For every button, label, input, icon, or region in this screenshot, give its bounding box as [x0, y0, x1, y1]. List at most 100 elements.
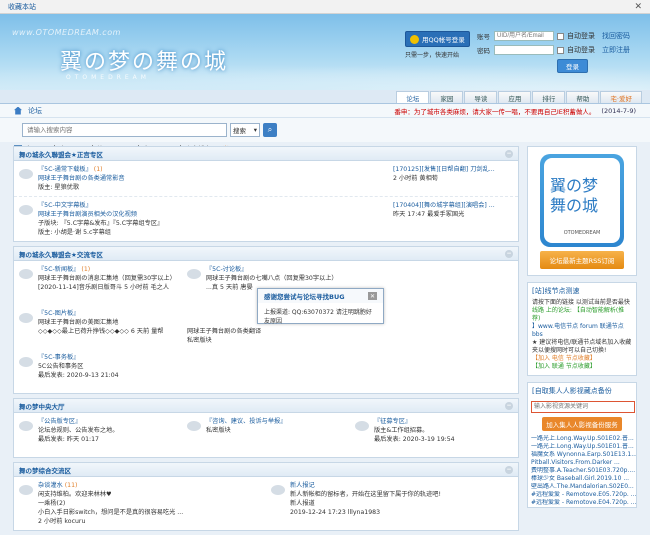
forum-subforum[interactable]: 新人报道: [290, 499, 441, 508]
section-header[interactable]: 舞の梦综合交流区 −: [14, 463, 518, 477]
last-post[interactable]: [2020-11-14]音乐剧日版哥斗 5 小时前 毛之人: [38, 283, 176, 292]
forum-cell[interactable]: 『公告版专区』 论坛总规则、公告发布之地。 最后发表: 昨天 01:17: [14, 413, 182, 457]
account-input[interactable]: [494, 31, 554, 41]
close-icon[interactable]: ✕: [634, 2, 642, 12]
forum-title[interactable]: 『5C-事务板』: [38, 354, 79, 361]
speed-test-text: 请按下面的链接 以测试当前是否最快 线路 上的论坛: 【自动智能解析(推荐) 】…: [528, 299, 636, 375]
video-item[interactable]: #远程爱爱 - Remotove.E05.720p. ...: [528, 491, 636, 499]
tab-guide[interactable]: 导读: [464, 91, 498, 103]
forum-row[interactable]: 『5C-中文字幕板』 网球王子舞台剧演员相关の汉化视频 子版块: 『5.C字幕&…: [14, 197, 518, 241]
forum-subforum[interactable]: 一乘杨(2): [38, 499, 183, 508]
register-link[interactable]: 立即注册: [602, 45, 630, 55]
collapse-icon[interactable]: −: [505, 249, 513, 258]
last-post-link[interactable]: [170125][发售][日帮自翻] 刀剑乱...: [393, 166, 495, 173]
tab-hobby[interactable]: 宅·爱好: [600, 91, 642, 103]
logo-caption: OTOMEDREAM: [563, 230, 601, 236]
section-title: 舞の梦综合交流区: [19, 466, 71, 475]
auto-login-checkbox[interactable]: [557, 32, 564, 40]
section-central-hall: 舞の梦中央大厅 − 『公告版专区』 论坛总规则、公告发布之地。 最后发表: 昨天 …: [13, 398, 519, 458]
video-item[interactable]: 壁出路人.The.Mandalorian.S02E0...: [528, 483, 636, 491]
forum-title[interactable]: 『5C-中文字幕板』: [38, 202, 92, 209]
forum-title[interactable]: 『公告版专区』: [38, 418, 81, 425]
find-password-link[interactable]: 找回密码: [602, 31, 630, 41]
forum-grid: 杂谈灌水 (11) 闲支持维柏。欢迎来林林♥ 一乘杨(2) 小白入手日影swit…: [14, 477, 518, 530]
side-logo[interactable]: 翼の梦 舞の城 OTOMEDREAM: [540, 154, 624, 247]
forum-title[interactable]: 『咨询、建议、投诉与举报』: [206, 418, 286, 425]
forum-cell[interactable]: 『咨询、建议、投诉与举报』 私密版块: [182, 413, 350, 457]
forum-new-count: (1): [81, 266, 91, 273]
video-search-input[interactable]: [531, 401, 635, 413]
site-logo[interactable]: 翼の梦の舞の城: [60, 44, 228, 76]
video-item[interactable]: 福魔女系 Wynonna.Earp.S01E13.1...: [528, 451, 636, 459]
video-item[interactable]: #远程爱爱 - Remotove.E04.720p. ...: [528, 499, 636, 507]
section-title: 舞の城永久聯盟会★交流专区: [19, 250, 103, 259]
forum-cell[interactable]: 『征募专区』 版主&工作组招募。 最后发表: 2020-3-19 19:54: [350, 413, 518, 457]
site-header: www.OTOMEDREAM.com 翼の梦の舞の城 OTOMEDREAM 用Q…: [0, 14, 650, 90]
last-post-link[interactable]: [170404][舞の城字幕组][演唱会] ...: [393, 202, 495, 209]
home-icon[interactable]: [14, 106, 22, 115]
forum-cell[interactable]: 『5C-图片板』 网球王子舞台剧の美图汇集地 ◇◇◆◇◇最上已荷升挣钱◇◇◆◇◇…: [14, 305, 182, 349]
forum-title[interactable]: 『5C-图片板』: [38, 310, 79, 317]
forum-bubble-icon: [19, 269, 33, 279]
last-post-meta: 昨天 17:47 最爱手冢国光: [393, 211, 465, 218]
forum-cell[interactable]: 杂谈灌水 (11) 闲支持维柏。欢迎来林林♥ 一乘杨(2) 小白入手日影swit…: [14, 477, 266, 530]
breadcrumb-forum[interactable]: 论坛: [28, 106, 42, 116]
add-favorite-link[interactable]: 收藏本站: [8, 2, 36, 12]
forum-title[interactable]: 杂谈灌水: [38, 482, 63, 489]
tab-ranking[interactable]: 排行: [532, 91, 566, 103]
last-post[interactable]: ◇◇◆◇◇最上已荷升挣钱◇◇◆◇◇ 6 天前 量帮: [38, 327, 163, 336]
last-post: 2019-12-24 17:23 lllyna1983: [290, 509, 381, 516]
tab-apps[interactable]: 应用: [498, 91, 532, 103]
forum-desc: 网球王子舞台剧演员相关の汉化视频: [38, 211, 137, 218]
forum-title[interactable]: 新人报记: [290, 482, 315, 489]
speed-tip-5: ★ 建议将电信/联通节点域名加入收藏夹以便搜网时可以自己切换!: [532, 339, 632, 354]
forum-cell[interactable]: 新人报记 新人新帐柜的留标者，开始在这里留下属于你的轨迹吧! 新人报道 2019…: [266, 477, 518, 530]
search-input[interactable]: [22, 123, 227, 137]
login-button[interactable]: 登录: [557, 59, 588, 73]
video-item[interactable]: Pitball.Visitors.From.Darker ...: [528, 459, 636, 467]
section-header[interactable]: 舞の梦中央大厅 −: [14, 399, 518, 413]
notice-text[interactable]: 番申：为了城市各类麻烦，请大家一传一唱，不要再自己IE积蓄做人。: [394, 106, 595, 116]
tab-home[interactable]: 家园: [430, 91, 464, 103]
logo-url: www.OTOMEDREAM.com: [12, 28, 121, 37]
forum-cell[interactable]: 『5C-事务板』 5C公告和事务区 最后发表: 2020-9-13 21:04: [14, 349, 182, 393]
qq-login-button[interactable]: 用QQ帐号登录: [405, 31, 470, 47]
add-unicom-link[interactable]: 【加入 联通 节点收藏】: [532, 363, 632, 371]
forum-cell[interactable]: 『5C-新闻板』 (1) 网球王子舞台剧の消息汇集地（回复需30字以上） [20…: [14, 261, 182, 305]
search-type-label: 搜索: [233, 127, 246, 135]
section-header[interactable]: 舞の城永久聯盟会★交流专区 −: [14, 247, 518, 261]
section-header[interactable]: 舞の城永久聯盟会★正宫专区 −: [14, 147, 518, 161]
video-item[interactable]: 一路光上.Long.Way.Up.S01E01.普...: [528, 443, 636, 451]
collapse-icon[interactable]: −: [505, 401, 513, 410]
video-item[interactable]: 棒球少女 Baseball.Girl.2019.10 ...: [528, 475, 636, 483]
video-item[interactable]: 费明整事.A.Teacher.S01E03.720p....: [528, 467, 636, 475]
speed-tip-4[interactable]: bbs: [532, 331, 632, 339]
forum-title[interactable]: 『5C-讨论板』: [206, 266, 247, 273]
search-type-select[interactable]: 搜索 ▾: [230, 123, 260, 137]
collapse-icon[interactable]: −: [505, 465, 513, 474]
forum-desc: 网球王子舞台剧の消息汇集地（回复需30字以上）: [38, 275, 176, 282]
forum-title[interactable]: 『5C-新闻板』: [38, 266, 79, 273]
add-telecom-link[interactable]: 【加入 电信 节点收藏】: [532, 355, 632, 363]
forum-moderator: 版主: 小胡是·谢 5.c字幕组: [38, 229, 111, 236]
auto-login-checkbox-2[interactable]: [557, 46, 564, 54]
collapse-icon[interactable]: −: [505, 149, 513, 158]
tab-help[interactable]: 帮助: [566, 91, 600, 103]
speed-tip-3[interactable]: 】www.电信节点 forum 联通节点: [532, 323, 632, 331]
video-item[interactable]: 一路光上.Long.Way.Up.S01E02.普...: [528, 435, 636, 443]
search-button[interactable]: ⌕: [263, 123, 277, 137]
forum-new-count: (1): [93, 166, 103, 173]
close-icon[interactable]: ✕: [368, 292, 377, 300]
forum-row[interactable]: 『5C-通常下载板』 (1) 网球王子舞台剧の各类通常影音 版主: 星狼优歌 […: [14, 161, 518, 197]
speed-tip-2[interactable]: 线路 上的论坛: 【自动智能解析(推荐): [532, 307, 632, 323]
password-input[interactable]: [494, 45, 554, 55]
last-post: 私密版块: [206, 427, 231, 434]
forum-title[interactable]: 『5C-通常下载板』: [38, 166, 92, 173]
forum-title[interactable]: 『征募专区』: [374, 418, 411, 425]
forum-bubble-icon: [271, 485, 285, 495]
last-post: 最后发表: 2020-3-19 19:54: [374, 436, 455, 443]
rss-subscribe-button[interactable]: 论坛最新主题RSS订阅: [540, 251, 624, 269]
video-search-button[interactable]: 加入集人人影视备份服务: [542, 417, 622, 431]
tab-forum[interactable]: 论坛: [396, 91, 430, 103]
last-post[interactable]: 小白入手日影switch，想问是不是真的很容易吃光 ...: [38, 508, 183, 517]
